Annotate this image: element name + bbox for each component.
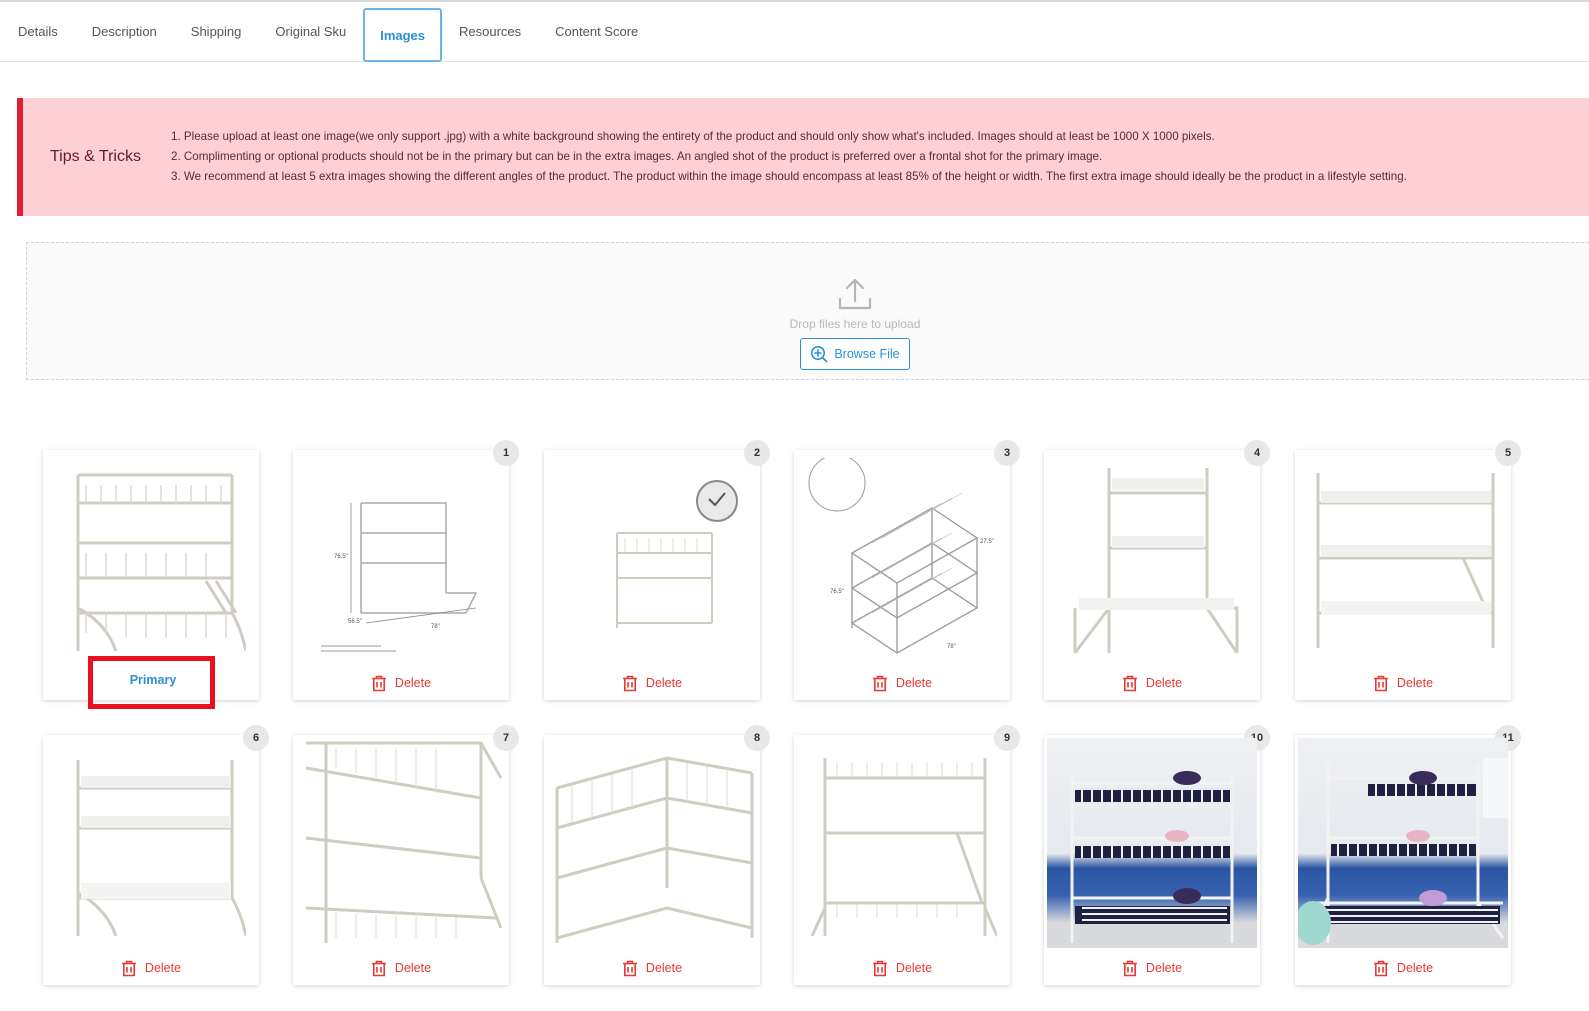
image-card[interactable]: 7 Delete	[293, 725, 519, 985]
svg-text:78": 78"	[947, 644, 956, 650]
delete-label: Delete	[394, 676, 432, 690]
bunk-bed-image	[76, 760, 246, 937]
tab-details[interactable]: Details	[18, 2, 75, 60]
product-image	[1298, 738, 1508, 948]
browse-file-label: Browse File	[834, 347, 900, 361]
product-image	[296, 738, 506, 948]
image-card[interactable]: 9 Delete	[794, 725, 1020, 985]
bunk-bed-image	[1073, 468, 1239, 654]
image-card[interactable]: 4 Delete	[1044, 440, 1270, 700]
trash-icon	[1373, 675, 1388, 691]
trash-icon	[1122, 960, 1137, 976]
bunk-bed-image	[1316, 473, 1495, 648]
tip-item: 3. We recommend at least 5 extra images …	[171, 170, 1407, 183]
tips-banner: Tips & Tricks 1. Please upload at least …	[17, 98, 1589, 216]
image-card[interactable]: 5 Delete	[1295, 440, 1521, 700]
delete-button[interactable]: Delete	[43, 956, 259, 980]
delete-label: Delete	[895, 961, 933, 975]
svg-text:76.5": 76.5"	[334, 554, 348, 560]
delete-button[interactable]: Delete	[1044, 671, 1260, 695]
image-card[interactable]: 3 76.5" 27.5" 78" Delete	[794, 440, 1020, 700]
delete-label: Delete	[1145, 676, 1183, 690]
delete-label: Delete	[1145, 961, 1183, 975]
trash-icon	[371, 675, 386, 691]
product-image	[547, 738, 757, 948]
trash-icon	[121, 960, 136, 976]
image-card[interactable]: 2 Delete	[544, 440, 770, 700]
tab-description[interactable]: Description	[75, 2, 174, 60]
delete-label: Delete	[394, 961, 432, 975]
delete-button[interactable]: Delete	[794, 671, 1010, 695]
svg-text:27.5": 27.5"	[980, 539, 994, 545]
primary-highlight-box	[88, 656, 215, 709]
tips-list: 1. Please upload at least one image(we o…	[171, 127, 1407, 187]
delete-button[interactable]: Delete	[1295, 671, 1511, 695]
svg-text:76.5": 76.5"	[830, 589, 844, 595]
tip-item: 2. Complimenting or optional products sh…	[171, 150, 1103, 163]
svg-text:78": 78"	[431, 624, 440, 630]
tab-shipping[interactable]: Shipping	[174, 2, 259, 60]
product-image: 76.5" 27.5" 78"	[797, 453, 1007, 663]
delete-label: Delete	[645, 961, 683, 975]
lifestyle-bedroom-image	[1298, 758, 1508, 945]
tab-bar: Details Description Shipping Original Sk…	[0, 2, 1589, 62]
product-image	[547, 453, 757, 663]
product-image: 76.5" 56.5" 78"	[296, 453, 506, 663]
svg-text:56.5": 56.5"	[348, 619, 362, 625]
trash-icon	[622, 960, 637, 976]
product-image	[46, 453, 256, 663]
trash-icon	[1373, 960, 1388, 976]
delete-button[interactable]: Delete	[1044, 956, 1260, 980]
delete-label: Delete	[1396, 961, 1434, 975]
bunk-bed-image	[810, 758, 997, 937]
image-card[interactable]: 11 Delete	[1295, 725, 1521, 985]
upload-icon	[838, 278, 872, 310]
bunk-bed-image	[305, 741, 503, 943]
trash-icon	[872, 960, 887, 976]
tab-content-score[interactable]: Content Score	[538, 2, 655, 60]
tip-item: 1. Please upload at least one image(we o…	[171, 130, 1215, 143]
dimension-diagram-image: 76.5" 56.5" 78"	[321, 502, 478, 652]
tab-images[interactable]: Images	[363, 8, 443, 62]
trash-icon	[622, 675, 637, 691]
upload-dropzone[interactable]: Drop files here to upload Browse File	[26, 242, 1589, 380]
bunk-bed-image	[76, 473, 246, 652]
delete-button[interactable]: Delete	[794, 956, 1010, 980]
trash-icon	[1122, 675, 1137, 691]
image-card[interactable]: 8 Delete	[544, 725, 770, 985]
trash-icon	[872, 675, 887, 691]
delete-label: Delete	[895, 676, 933, 690]
tab-resources[interactable]: Resources	[442, 2, 538, 60]
product-image	[797, 738, 1007, 948]
product-image	[1047, 738, 1257, 948]
delete-label: Delete	[144, 961, 182, 975]
delete-button[interactable]: Delete	[1295, 956, 1511, 980]
tab-original-sku[interactable]: Original Sku	[258, 2, 363, 60]
trash-icon	[371, 960, 386, 976]
tips-title: Tips & Tricks	[50, 148, 141, 165]
delete-button[interactable]: Delete	[544, 956, 760, 980]
product-image	[1298, 453, 1508, 663]
product-image	[1047, 453, 1257, 663]
product-image	[46, 738, 256, 948]
delete-button[interactable]: Delete	[544, 671, 760, 695]
lifestyle-bedroom-image	[1070, 771, 1234, 943]
zoom-in-icon	[811, 346, 828, 363]
image-card[interactable]: 10 Delete	[1044, 725, 1270, 985]
bunk-bed-image	[616, 480, 738, 628]
dimension-diagram-image: 76.5" 27.5" 78"	[808, 458, 994, 654]
delete-label: Delete	[1396, 676, 1434, 690]
delete-button[interactable]: Delete	[293, 671, 509, 695]
delete-button[interactable]: Delete	[293, 956, 509, 980]
delete-label: Delete	[645, 676, 683, 690]
drop-files-text: Drop files here to upload	[789, 317, 921, 331]
image-card[interactable]: 1 76.5" 56.5" 78" Delete	[293, 440, 519, 700]
bunk-bed-image	[555, 756, 754, 943]
image-card[interactable]: 6 Delete	[43, 725, 269, 985]
browse-file-button[interactable]: Browse File	[800, 338, 910, 370]
